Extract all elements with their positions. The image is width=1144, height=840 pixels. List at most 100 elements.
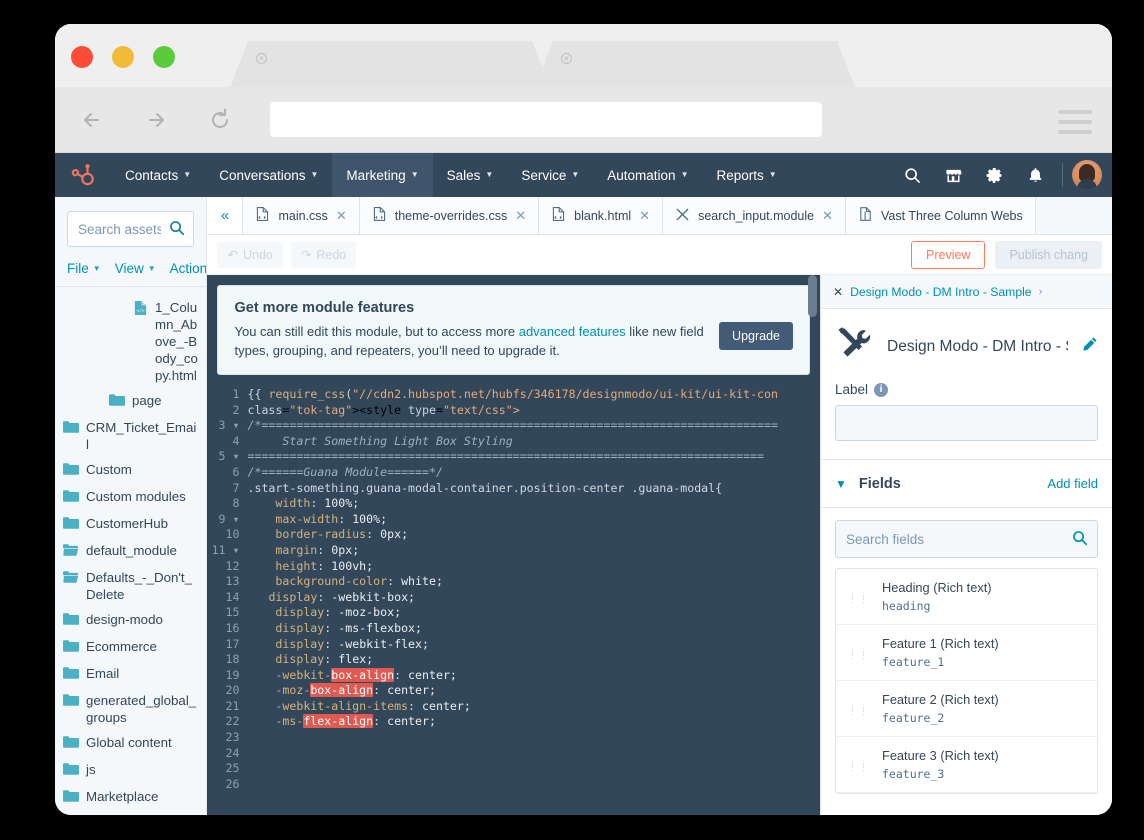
- minimize-window-button[interactable]: [112, 46, 134, 68]
- code-line[interactable]: width: 100%;: [247, 496, 820, 512]
- code-vertical-scrollbar[interactable]: [808, 275, 817, 317]
- undo-button[interactable]: ↶ Undo: [217, 241, 283, 268]
- code-line[interactable]: {{ require_css("//cdn2.hubspot.net/hubfs…: [247, 387, 820, 403]
- drag-handle-icon[interactable]: ⋮⋮ ⋮⋮: [848, 646, 870, 659]
- address-bar[interactable]: [270, 102, 822, 137]
- code-content[interactable]: {{ require_css("//cdn2.hubspot.net/hubfs…: [247, 387, 820, 792]
- close-icon[interactable]: ✕: [822, 208, 833, 224]
- bell-icon[interactable]: [1015, 153, 1056, 197]
- breadcrumb-label[interactable]: Design Modo - DM Intro - Sample: [850, 285, 1032, 299]
- code-area[interactable]: 123 ▾ 4 5 ▾ 6 7 8 9 ▾ 10 11 ▾ 12 13 14 15 16 17 18 19 20 2…: [207, 387, 820, 792]
- editor-tab[interactable]: blank.html ✕: [539, 197, 664, 234]
- tree-folder-item[interactable]: default_module: [55, 538, 206, 565]
- tree-folder-item[interactable]: page: [55, 388, 206, 415]
- search-icon[interactable]: [169, 220, 185, 241]
- hamburger-menu-icon[interactable]: [1058, 110, 1092, 140]
- code-line[interactable]: /*======Guana Module======*/: [247, 465, 820, 481]
- close-icon[interactable]: ✕: [639, 208, 650, 224]
- chevron-double-left-icon[interactable]: «: [207, 197, 244, 234]
- hubspot-logo-icon[interactable]: [55, 162, 111, 188]
- editor-tab[interactable]: Vast Three Column Webs: [846, 197, 1036, 234]
- code-line[interactable]: display: flex;: [247, 652, 820, 668]
- code-line[interactable]: margin: 0px;: [247, 543, 820, 559]
- search-icon[interactable]: [892, 153, 933, 197]
- code-line[interactable]: background-color: white;: [247, 574, 820, 590]
- code-line[interactable]: .start-something.guana-modal-container.p…: [247, 481, 820, 497]
- tree-folder-item[interactable]: Global content: [55, 730, 206, 757]
- tree-folder-item[interactable]: Custom modules: [55, 484, 206, 511]
- drag-handle-icon[interactable]: ⋮⋮ ⋮⋮: [848, 702, 870, 715]
- field-list-item[interactable]: ⋮⋮ ⋮⋮ Feature 1 (Rich text) feature_1: [836, 625, 1097, 681]
- gear-icon[interactable]: [974, 153, 1015, 197]
- reload-icon[interactable]: [205, 105, 235, 135]
- tree-folder-item[interactable]: Defaults_-_Don't_Delete: [55, 565, 206, 607]
- tree-folder-item[interactable]: CRM_Ticket_Email: [55, 415, 206, 457]
- nav-item-sales[interactable]: Sales ▼: [433, 153, 508, 197]
- close-icon[interactable]: ×: [561, 53, 572, 64]
- arrow-right-icon[interactable]: [141, 105, 171, 135]
- menu-view[interactable]: View ▼: [115, 261, 156, 276]
- nav-item-contacts[interactable]: Contacts ▼: [111, 153, 205, 197]
- browser-tab[interactable]: ×: [230, 41, 550, 87]
- close-icon[interactable]: ✕: [336, 208, 347, 224]
- menu-file[interactable]: File ▼: [67, 261, 101, 276]
- preview-button[interactable]: Preview: [911, 240, 986, 269]
- label-input[interactable]: [835, 405, 1098, 441]
- arrow-left-icon[interactable]: [77, 105, 107, 135]
- code-line[interactable]: -webkit-align-items: center;: [247, 699, 820, 715]
- nav-item-service[interactable]: Service ▼: [507, 153, 593, 197]
- browser-tab[interactable]: ×: [535, 41, 855, 87]
- code-line[interactable]: display: -ms-flexbox;: [247, 621, 820, 637]
- code-line[interactable]: -webkit-box-align: center;: [247, 667, 820, 684]
- search-fields-input[interactable]: [835, 520, 1098, 558]
- tree-folder-item[interactable]: Marketplace: [55, 784, 206, 811]
- tree-folder-item[interactable]: CustomerHub: [55, 511, 206, 538]
- code-line[interactable]: max-width: 100%;: [247, 512, 820, 528]
- close-icon[interactable]: ✕: [515, 208, 526, 224]
- code-line[interactable]: border-radius: 0px;: [247, 527, 820, 543]
- code-line[interactable]: display: -webkit-box;: [247, 590, 820, 606]
- editor-tab[interactable]: search_input.module ✕: [663, 197, 847, 234]
- marketplace-icon[interactable]: [933, 153, 974, 197]
- close-icon[interactable]: ✕: [833, 285, 843, 299]
- code-line[interactable]: Start Something Light Box Styling: [247, 434, 820, 450]
- code-line[interactable]: display: -moz-box;: [247, 605, 820, 621]
- code-scroll-region[interactable]: 123 ▾ 4 5 ▾ 6 7 8 9 ▾ 10 11 ▾ 12 13 14 15 16 17 18 19 20 2…: [207, 387, 820, 815]
- nav-item-reports[interactable]: Reports ▼: [702, 153, 790, 197]
- code-line[interactable]: -ms-flex-align: center;: [247, 714, 820, 730]
- code-line[interactable]: -moz-box-align: center;: [247, 683, 820, 699]
- nav-item-marketing[interactable]: Marketing ▼: [332, 153, 433, 197]
- redo-button[interactable]: ↷ Redo: [290, 241, 357, 268]
- code-line[interactable]: class="tok-tag"><style type="text/css">: [247, 403, 820, 419]
- maximize-window-button[interactable]: [153, 46, 175, 68]
- tree-folder-item[interactable]: design-modo: [55, 607, 206, 634]
- menu-actions[interactable]: Actions ▼: [170, 261, 207, 276]
- nav-item-automation[interactable]: Automation ▼: [593, 153, 702, 197]
- tree-folder-item[interactable]: Custom: [55, 457, 206, 484]
- close-window-button[interactable]: [71, 46, 93, 68]
- add-field-button[interactable]: Add field: [1047, 476, 1098, 491]
- code-line[interactable]: height: 100vh;: [247, 559, 820, 575]
- publish-changes-button[interactable]: Publish chang: [995, 240, 1102, 269]
- code-line[interactable]: display: -webkit-flex;: [247, 637, 820, 653]
- tree-folder-item[interactable]: Old Templates: [55, 811, 206, 815]
- nav-item-conversations[interactable]: Conversations ▼: [205, 153, 332, 197]
- pencil-icon[interactable]: [1082, 336, 1098, 357]
- code-editor-pane[interactable]: Get more module features You can still e…: [207, 275, 820, 815]
- upgrade-button[interactable]: Upgrade: [719, 322, 793, 350]
- avatar[interactable]: [1072, 160, 1102, 190]
- tree-folder-item[interactable]: Ecommerce: [55, 634, 206, 661]
- search-icon[interactable]: [1072, 530, 1088, 551]
- info-icon[interactable]: i: [874, 382, 889, 397]
- code-line[interactable]: ========================================…: [247, 449, 820, 465]
- code-line[interactable]: /*======================================…: [247, 418, 820, 434]
- chevron-down-icon[interactable]: ▼: [835, 477, 847, 491]
- tree-folder-item[interactable]: js: [55, 757, 206, 784]
- field-list-item[interactable]: ⋮⋮ ⋮⋮ Feature 2 (Rich text) feature_2: [836, 681, 1097, 737]
- editor-tab[interactable]: main.css ✕: [243, 197, 360, 234]
- tree-folder-item[interactable]: generated_global_groups: [55, 688, 206, 730]
- tree-file-item[interactable]: </> 1_Column_Above_-Body_copy.html: [55, 295, 206, 388]
- close-icon[interactable]: ×: [256, 53, 267, 64]
- drag-handle-icon[interactable]: ⋮⋮ ⋮⋮: [848, 758, 870, 771]
- editor-tab[interactable]: theme-overrides.css ✕: [359, 197, 540, 234]
